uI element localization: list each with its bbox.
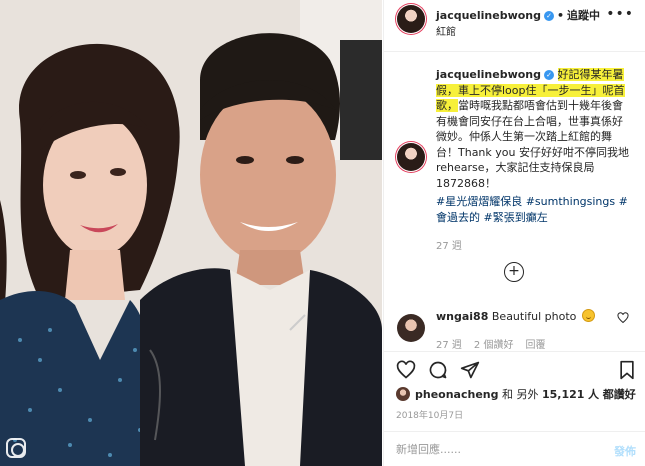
following-button[interactable]: 追蹤中	[567, 9, 600, 22]
photo-illustration	[0, 0, 382, 466]
caption-username[interactable]: jacquelinebwong	[436, 68, 541, 81]
post-date[interactable]: 2018年10月7日	[396, 408, 463, 421]
comment-timestamp[interactable]: 27 週	[436, 340, 462, 351]
commenter-username[interactable]: wngai88	[436, 310, 488, 323]
like-heart-icon[interactable]	[396, 360, 416, 380]
instagram-logo-icon	[6, 438, 26, 458]
post-header: jacquelinebwong ✓ • 追蹤中 紅館 •••	[384, 0, 645, 52]
likes-and-text: 和 另外	[502, 388, 539, 401]
add-comment-input[interactable]	[396, 443, 596, 456]
verified-badge-icon: ✓	[544, 70, 555, 80]
author-row: jacquelinebwong ✓ • 追蹤中	[436, 7, 600, 23]
verified-badge-icon: ✓	[544, 11, 555, 21]
save-bookmark-icon[interactable]	[617, 360, 637, 380]
post-side-panel: jacquelinebwong ✓ • 追蹤中 紅館 ••• jacquelinebw…	[383, 0, 645, 466]
caption-body: 當時嘅我點都唔會估到十幾年後會有機會同安仔在台上合唱，世事真係好微妙。仲係人生第…	[436, 99, 629, 190]
separator-dot: •	[557, 9, 565, 22]
caption-timestamp[interactable]: 27 週	[436, 237, 462, 252]
liker-avatar[interactable]	[396, 387, 410, 401]
load-more-comments-icon[interactable]: +	[504, 262, 524, 282]
comment-text: wngai88 Beautiful photo	[436, 309, 595, 323]
comment-likes[interactable]: 2 個讚好	[474, 340, 514, 351]
smiling-face-emoji-icon	[581, 309, 595, 322]
caption-hashtags[interactable]: #星光熠熠耀保良 #sumthingsings #會過去的 #緊張到癲左	[436, 194, 632, 225]
post-photo[interactable]	[0, 0, 382, 466]
comment-meta: 27 週 2 個讚好 回覆	[436, 336, 557, 351]
comment-like-heart-icon[interactable]	[617, 312, 629, 324]
author-username[interactable]: jacquelinebwong	[436, 9, 541, 22]
caption-avatar[interactable]	[397, 143, 425, 171]
post-comment-button[interactable]: 發佈	[614, 443, 636, 459]
share-paper-plane-icon[interactable]	[460, 360, 480, 380]
comment-bubble-icon[interactable]	[428, 360, 448, 380]
likes-summary: pheonacheng 和 另外 15,121 人 都讚好	[396, 386, 636, 402]
commenter-avatar[interactable]	[397, 314, 425, 342]
reply-button[interactable]: 回覆	[525, 340, 545, 351]
author-avatar[interactable]	[397, 5, 425, 33]
comment-body: Beautiful photo	[491, 310, 577, 323]
likes-count[interactable]: 15,121	[542, 388, 584, 401]
more-options-icon[interactable]: •••	[606, 6, 634, 22]
location-link[interactable]: 紅館	[436, 23, 456, 38]
add-comment-bar: 發佈	[384, 431, 645, 466]
action-bar	[384, 351, 645, 387]
liker-username[interactable]: pheonacheng	[415, 388, 499, 401]
likes-suffix: 人 都讚好	[587, 388, 636, 401]
caption-text: jacquelinebwong ✓ 好記得某年暑假，車上不停loop住「一步一生」…	[436, 67, 632, 191]
